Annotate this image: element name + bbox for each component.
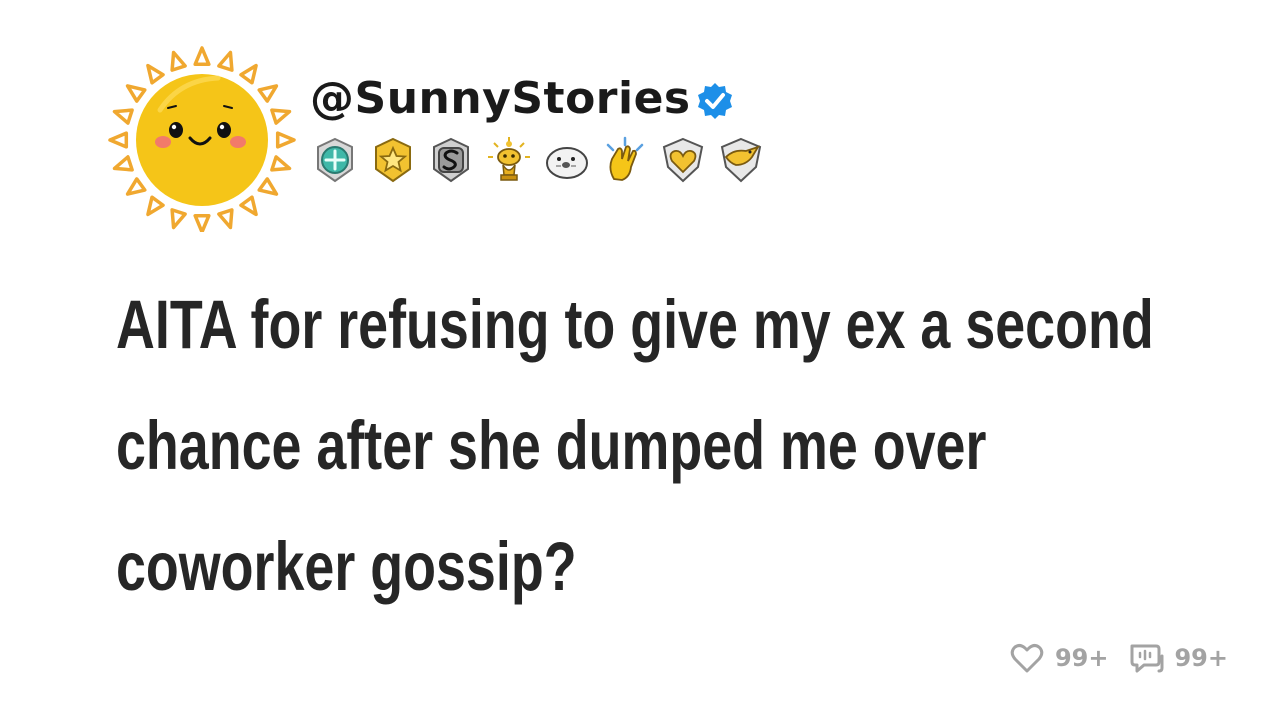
sun-ray (193, 213, 211, 232)
sun-ray (257, 84, 279, 103)
sun-ray (108, 131, 129, 149)
gold-heart-shield-icon[interactable] (658, 135, 708, 185)
post-card: @SunnyStories AITA for refusing to give … (0, 0, 1280, 720)
eagle-shield-icon[interactable] (716, 135, 766, 185)
award-badges (310, 134, 774, 186)
sun-ray (217, 208, 234, 230)
teal-cross-award-icon[interactable] (310, 135, 360, 185)
sun-ray (275, 131, 296, 149)
sun-ray (170, 50, 187, 72)
sun-ray (112, 108, 134, 125)
sun-ray (239, 195, 258, 217)
post-stats: 99+ 99+ (1007, 636, 1228, 680)
sun-ray (125, 177, 147, 196)
sun-avatar-icon[interactable] (100, 32, 300, 232)
seal-award-icon[interactable] (542, 135, 592, 185)
comment-bubble-icon[interactable] (1126, 638, 1166, 678)
sun-ray (217, 50, 234, 72)
sun-ray (257, 177, 279, 196)
post-title: AITA for refusing to give my ex a second… (116, 286, 1154, 605)
like-count: 99+ (1054, 644, 1109, 672)
sun-ray (146, 63, 165, 85)
sun-ray (146, 195, 165, 217)
sun-ray (270, 155, 292, 172)
sun-ray (170, 208, 187, 230)
silver-s-award-icon[interactable] (426, 135, 476, 185)
gold-snoo-trophy-icon[interactable] (484, 135, 534, 185)
sun-ray (270, 108, 292, 125)
username-row: @SunnyStories (310, 66, 735, 130)
gold-star-award-icon[interactable] (368, 135, 418, 185)
sun-ray (112, 155, 134, 172)
sun-ray (125, 84, 147, 103)
sun-ray (239, 63, 258, 85)
heart-icon[interactable] (1007, 638, 1047, 678)
comment-count: 99+ (1174, 644, 1228, 672)
clapping-hands-icon[interactable] (600, 135, 650, 185)
sun-ray (193, 46, 211, 67)
verified-check-icon (697, 83, 732, 119)
username[interactable]: @SunnyStories (310, 73, 691, 124)
